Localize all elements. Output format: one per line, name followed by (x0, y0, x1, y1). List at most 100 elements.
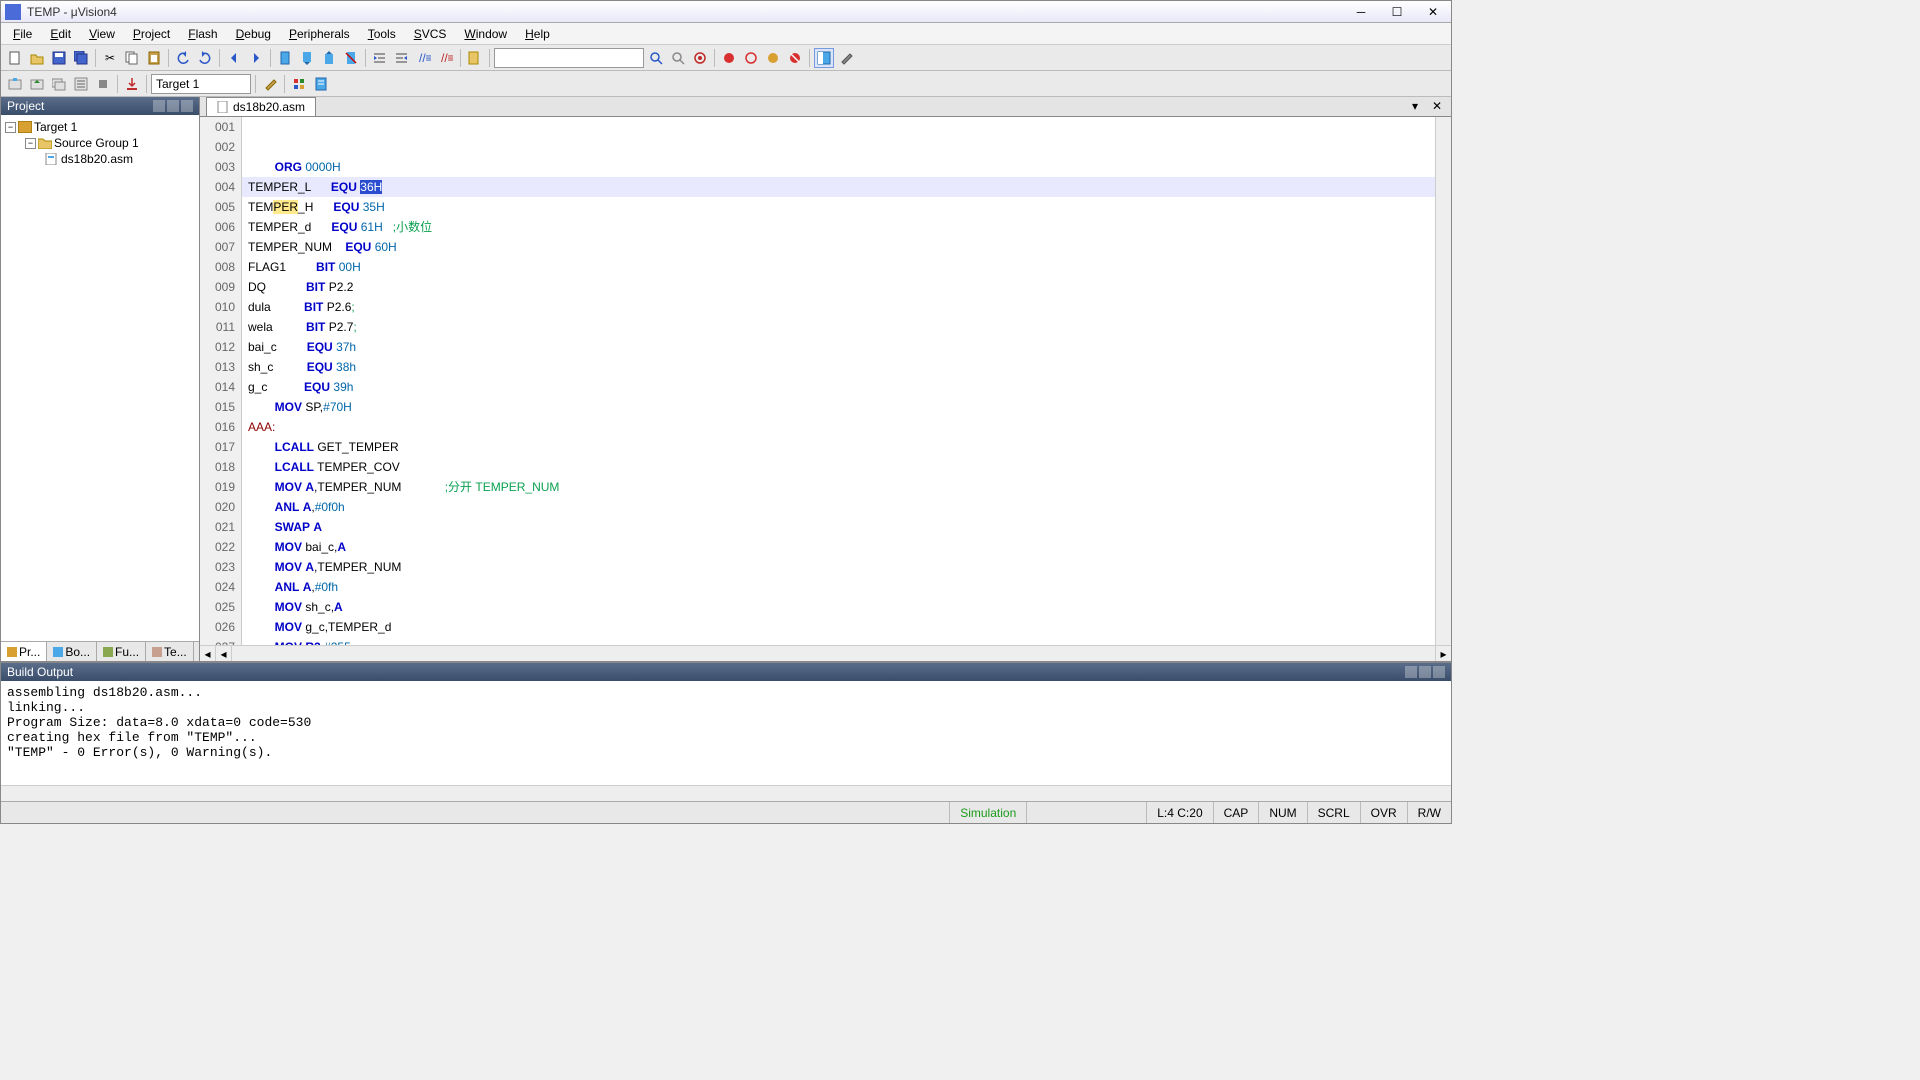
find-button[interactable] (646, 48, 666, 68)
find-combo[interactable] (494, 48, 644, 68)
save-button[interactable] (49, 48, 69, 68)
nav-back-button[interactable] (224, 48, 244, 68)
paste-button[interactable] (144, 48, 164, 68)
target-combo[interactable]: Target 1 (151, 74, 251, 94)
menu-debug[interactable]: Debug (228, 25, 279, 43)
manage-books-button[interactable] (311, 74, 331, 94)
code-line[interactable] (242, 137, 1435, 157)
tree-file[interactable]: ds18b20.asm (5, 151, 195, 167)
close-button[interactable]: ✕ (1419, 3, 1447, 21)
menu-help[interactable]: Help (517, 25, 558, 43)
menu-window[interactable]: Window (456, 25, 515, 43)
horizontal-scrollbar[interactable]: ◂ ◂ ▸ (200, 645, 1451, 661)
editor-tab-ds18b20[interactable]: ds18b20.asm (206, 97, 316, 116)
uncomment-button[interactable]: //≡ (436, 48, 456, 68)
editor-tab-menu-icon[interactable]: ▾ (1405, 96, 1425, 116)
code-line[interactable]: MOV g_c,TEMPER_d (242, 617, 1435, 637)
code-line[interactable]: MOV R2,#255 (242, 637, 1435, 645)
panel-close-icon[interactable] (181, 100, 193, 112)
tree-target[interactable]: − Target 1 (5, 119, 195, 135)
breakpoint-enable-button[interactable] (741, 48, 761, 68)
build-output-text[interactable]: assembling ds18b20.asm... linking... Pro… (1, 681, 1451, 785)
panel-close-icon[interactable] (1433, 666, 1445, 678)
target-options-button[interactable] (260, 74, 280, 94)
comment-button[interactable]: //≡ (414, 48, 434, 68)
menu-project[interactable]: Project (125, 25, 178, 43)
project-tree[interactable]: − Target 1 − Source Group 1 ds18b20.asm (1, 115, 199, 641)
indent-button[interactable] (370, 48, 390, 68)
menu-view[interactable]: View (81, 25, 123, 43)
unindent-button[interactable] (392, 48, 412, 68)
new-file-button[interactable] (5, 48, 25, 68)
redo-button[interactable] (195, 48, 215, 68)
menu-file[interactable]: File (5, 25, 40, 43)
code-body[interactable]: ORG 0000HTEMPER_L EQU 36HTEMPER_H EQU 35… (242, 117, 1435, 645)
project-tab-3[interactable]: Te... (146, 642, 194, 661)
code-line[interactable]: ANL A,#0fh (242, 577, 1435, 597)
incremental-find-button[interactable] (668, 48, 688, 68)
manage-project-button[interactable] (289, 74, 309, 94)
find-in-files-button[interactable] (465, 48, 485, 68)
scroll-right-icon[interactable]: ▸ (1435, 646, 1451, 661)
breakpoint-kill-button[interactable] (785, 48, 805, 68)
rebuild-button[interactable] (49, 74, 69, 94)
bookmark-next-button[interactable] (319, 48, 339, 68)
code-line[interactable]: AAA: (242, 417, 1435, 437)
editor-tab-close-icon[interactable]: ✕ (1427, 96, 1447, 116)
window-layout-button[interactable] (814, 48, 834, 68)
code-line[interactable]: LCALL TEMPER_COV (242, 457, 1435, 477)
debug-button[interactable] (690, 48, 710, 68)
scroll-left-icon[interactable]: ◂ (200, 646, 216, 661)
save-all-button[interactable] (71, 48, 91, 68)
code-line[interactable]: bai_c EQU 37h (242, 337, 1435, 357)
copy-button[interactable] (122, 48, 142, 68)
batch-build-button[interactable] (71, 74, 91, 94)
open-file-button[interactable] (27, 48, 47, 68)
panel-pin-icon[interactable] (167, 100, 179, 112)
tree-collapse-icon[interactable]: − (25, 138, 36, 149)
tree-source-group[interactable]: − Source Group 1 (5, 135, 195, 151)
panel-menu-icon[interactable] (153, 100, 165, 112)
breakpoint-disable-button[interactable] (763, 48, 783, 68)
code-line[interactable]: SWAP A (242, 517, 1435, 537)
panel-pin-icon[interactable] (1419, 666, 1431, 678)
code-line[interactable]: dula BIT P2.6; (242, 297, 1435, 317)
nav-forward-button[interactable] (246, 48, 266, 68)
code-line[interactable]: TEMPER_L EQU 36H (242, 177, 1435, 197)
code-line[interactable]: sh_c EQU 38h (242, 357, 1435, 377)
code-line[interactable]: MOV sh_c,A (242, 597, 1435, 617)
undo-button[interactable] (173, 48, 193, 68)
code-line[interactable]: TEMPER_H EQU 35H (242, 197, 1435, 217)
code-line[interactable]: MOV A,TEMPER_NUM ;分开 TEMPER_NUM (242, 477, 1435, 497)
translate-button[interactable] (5, 74, 25, 94)
code-line[interactable]: MOV SP,#70H (242, 397, 1435, 417)
code-line[interactable]: g_c EQU 39h (242, 377, 1435, 397)
project-tab-2[interactable]: Fu... (97, 642, 146, 661)
minimize-button[interactable]: ─ (1347, 3, 1375, 21)
code-line[interactable]: TEMPER_NUM EQU 60H (242, 237, 1435, 257)
bookmark-clear-button[interactable] (341, 48, 361, 68)
code-line[interactable]: MOV bai_c,A (242, 537, 1435, 557)
code-line[interactable]: MOV A,TEMPER_NUM (242, 557, 1435, 577)
bookmark-prev-button[interactable] (297, 48, 317, 68)
code-line[interactable]: wela BIT P2.7; (242, 317, 1435, 337)
code-line[interactable]: DQ BIT P2.2 (242, 277, 1435, 297)
code-line[interactable]: FLAG1 BIT 00H (242, 257, 1435, 277)
tree-collapse-icon[interactable]: − (5, 122, 16, 133)
stop-build-button[interactable] (93, 74, 113, 94)
vertical-scrollbar[interactable] (1435, 117, 1451, 645)
menu-edit[interactable]: Edit (42, 25, 79, 43)
code-editor[interactable]: 0010020030040050060070080090100110120130… (200, 117, 1451, 645)
configure-button[interactable] (836, 48, 856, 68)
cut-button[interactable]: ✂ (100, 48, 120, 68)
breakpoint-insert-button[interactable] (719, 48, 739, 68)
build-button[interactable] (27, 74, 47, 94)
bookmark-toggle-button[interactable] (275, 48, 295, 68)
scroll-left2-icon[interactable]: ◂ (216, 646, 232, 661)
code-line[interactable]: ANL A,#0f0h (242, 497, 1435, 517)
download-button[interactable] (122, 74, 142, 94)
menu-tools[interactable]: Tools (360, 25, 404, 43)
panel-menu-icon[interactable] (1405, 666, 1417, 678)
project-tab-1[interactable]: Bo... (47, 642, 97, 661)
menu-peripherals[interactable]: Peripherals (281, 25, 358, 43)
